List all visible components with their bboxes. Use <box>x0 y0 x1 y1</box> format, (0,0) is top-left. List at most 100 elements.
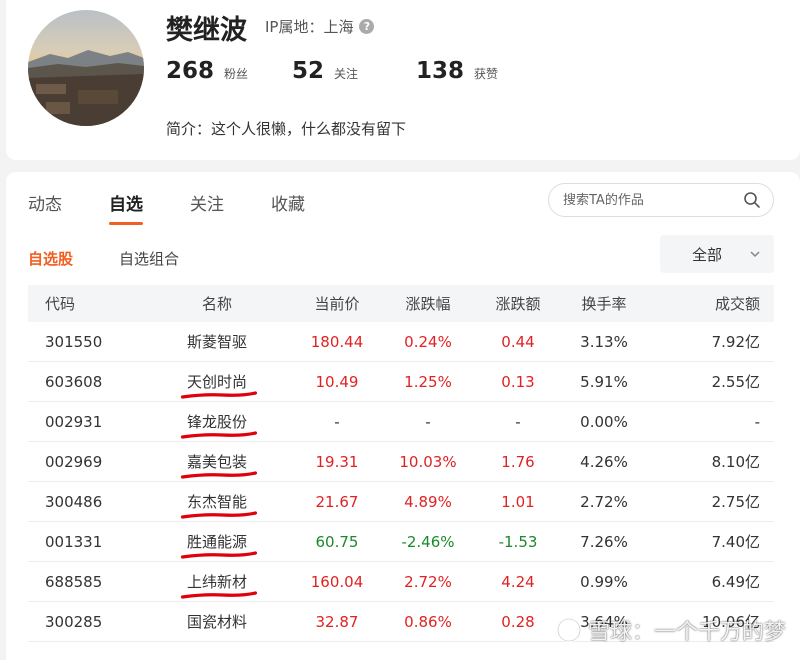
subtab-stocks[interactable]: 自选股 <box>28 248 73 269</box>
cell-change-pct: 4.89% <box>404 492 452 511</box>
tab-favorites[interactable]: 收藏 <box>271 190 305 225</box>
handdrawn-underline-mark <box>181 390 257 400</box>
ip-location: IP属地：上海 ? <box>265 16 375 37</box>
filter-selected-value: 全部 <box>692 245 723 264</box>
profile-card: 樊继波 IP属地：上海 ? 268 粉丝 52 关注 138 获赞 简介：这个人… <box>6 0 800 160</box>
table-row[interactable]: 688585 上纬新材 160.04 2.72% 4.24 0.99% 6.49亿 <box>28 562 774 602</box>
cell-price: 180.44 <box>310 332 364 351</box>
stock-name-link[interactable]: 上纬新材 <box>187 571 247 592</box>
header-turnover[interactable]: 换手率 <box>562 293 646 314</box>
stock-name-link[interactable]: 胜通能源 <box>187 531 247 552</box>
cell-turnover: 4.26% <box>580 452 628 471</box>
cell-turnover: 7.26% <box>580 532 628 551</box>
stat-following[interactable]: 52 关注 <box>292 58 416 84</box>
cell-name[interactable]: 东杰智能 <box>142 491 292 512</box>
table-row[interactable]: 300285 国瓷材料 32.87 0.86% 0.28 3.64% 10.06亿 <box>28 602 774 642</box>
cell-change-pct: 0.86% <box>404 612 452 631</box>
subtab-portfolios[interactable]: 自选组合 <box>119 248 179 269</box>
cell-code: 301550 <box>45 332 103 351</box>
search-input[interactable] <box>561 191 743 209</box>
cell-price: 19.31 <box>315 452 359 471</box>
cell-volume: 8.10亿 <box>711 453 760 471</box>
cell-volume: 7.92亿 <box>711 333 760 351</box>
cell-change-amount: 1.01 <box>501 492 535 511</box>
cell-change-amount: 4.24 <box>501 572 535 591</box>
tab-feed[interactable]: 动态 <box>28 190 62 225</box>
cell-price: 21.67 <box>315 492 359 511</box>
stat-followers[interactable]: 268 粉丝 <box>166 58 292 84</box>
cell-turnover: 2.72% <box>580 492 628 511</box>
avatar[interactable] <box>28 10 144 126</box>
cell-turnover: 5.91% <box>580 372 628 391</box>
cell-change-amount: 0.28 <box>501 612 535 631</box>
cell-name[interactable]: 国瓷材料 <box>142 611 292 632</box>
cell-code: 603608 <box>45 372 103 391</box>
table-row[interactable]: 301550 斯菱智驱 180.44 0.24% 0.44 3.13% 7.92亿 <box>28 322 774 362</box>
bio: 简介：这个人很懒，什么都没有留下 <box>166 120 407 138</box>
cell-change-pct: 2.72% <box>404 572 452 591</box>
cell-turnover: 3.13% <box>580 332 628 351</box>
handdrawn-underline-mark <box>181 510 257 520</box>
main-tabs: 动态 自选 关注 收藏 <box>28 190 352 225</box>
stock-name-link[interactable]: 斯菱智驱 <box>187 331 247 352</box>
stock-name-link[interactable]: 国瓷材料 <box>187 611 247 632</box>
cell-volume: 7.40亿 <box>711 533 760 551</box>
cell-code: 002931 <box>45 412 103 431</box>
header-change-amount[interactable]: 涨跌额 <box>474 293 562 314</box>
table-header: 代码 名称 当前价 涨跌幅 涨跌额 换手率 成交额 <box>28 285 774 322</box>
handdrawn-underline-mark <box>181 550 257 560</box>
stat-following-count: 52 <box>292 58 325 84</box>
search-icon[interactable] <box>743 191 761 209</box>
cell-turnover: 0.99% <box>580 572 628 591</box>
table-row[interactable]: 300486 东杰智能 21.67 4.89% 1.01 2.72% 2.75亿 <box>28 482 774 522</box>
cell-volume: 6.49亿 <box>711 573 760 591</box>
cell-volume: 2.75亿 <box>711 493 760 511</box>
stat-followers-label: 粉丝 <box>224 67 249 81</box>
cell-turnover: 0.00% <box>580 412 628 431</box>
sub-tabs: 自选股 自选组合 <box>28 248 179 269</box>
stock-name-link[interactable]: 东杰智能 <box>187 491 247 512</box>
tab-watchlist[interactable]: 自选 <box>109 190 143 225</box>
search-box[interactable] <box>548 183 774 217</box>
cell-name[interactable]: 上纬新材 <box>142 571 292 592</box>
cell-price: 60.75 <box>315 532 359 551</box>
stock-name-link[interactable]: 天创时尚 <box>187 371 247 392</box>
profile-stats: 268 粉丝 52 关注 138 获赞 <box>166 58 498 84</box>
table-row[interactable]: 002931 锋龙股份 - - - 0.00% - <box>28 402 774 442</box>
table-row[interactable]: 001331 胜通能源 60.75 -2.46% -1.53 7.26% 7.40亿 <box>28 522 774 562</box>
stock-table: 代码 名称 当前价 涨跌幅 涨跌额 换手率 成交额 301550 斯菱智驱 180.… <box>28 285 774 642</box>
cell-code: 688585 <box>45 572 103 591</box>
help-icon[interactable]: ? <box>359 19 375 34</box>
stock-name-link[interactable]: 锋龙股份 <box>187 411 247 432</box>
header-price[interactable]: 当前价 <box>292 293 382 314</box>
table-row[interactable]: 603608 天创时尚 10.49 1.25% 0.13 5.91% 2.55亿 <box>28 362 774 402</box>
stock-name-link[interactable]: 嘉美包装 <box>187 451 247 472</box>
avatar-image <box>28 10 144 126</box>
cell-code: 300285 <box>45 612 103 631</box>
cell-name[interactable]: 锋龙股份 <box>142 411 292 432</box>
cell-code: 002969 <box>45 452 103 471</box>
cell-name[interactable]: 胜通能源 <box>142 531 292 552</box>
tab-following[interactable]: 关注 <box>190 190 224 225</box>
cell-price: 32.87 <box>315 612 359 631</box>
chevron-down-icon <box>750 251 760 258</box>
stat-likes-count: 138 <box>416 58 465 84</box>
header-code[interactable]: 代码 <box>28 293 142 314</box>
handdrawn-underline-mark <box>181 590 257 600</box>
cell-change-pct: 1.25% <box>404 372 452 391</box>
cell-name[interactable]: 天创时尚 <box>142 371 292 392</box>
cell-change-amount: 0.44 <box>501 332 535 351</box>
cell-change-amount: -1.53 <box>498 532 538 551</box>
filter-dropdown[interactable]: 全部 <box>660 235 774 273</box>
table-row[interactable]: 002969 嘉美包装 19.31 10.03% 1.76 4.26% 8.10亿 <box>28 442 774 482</box>
cell-change-amount: 0.13 <box>501 372 535 391</box>
user-name: 樊继波 <box>166 15 247 46</box>
header-volume[interactable]: 成交额 <box>646 293 774 314</box>
header-change-pct[interactable]: 涨跌幅 <box>382 293 474 314</box>
cell-name[interactable]: 斯菱智驱 <box>142 331 292 352</box>
cell-change-pct: - <box>425 412 431 431</box>
cell-price: 160.04 <box>310 572 364 591</box>
cell-change-pct: 10.03% <box>399 452 457 471</box>
cell-name[interactable]: 嘉美包装 <box>142 451 292 472</box>
cell-volume: 2.55亿 <box>711 373 760 391</box>
